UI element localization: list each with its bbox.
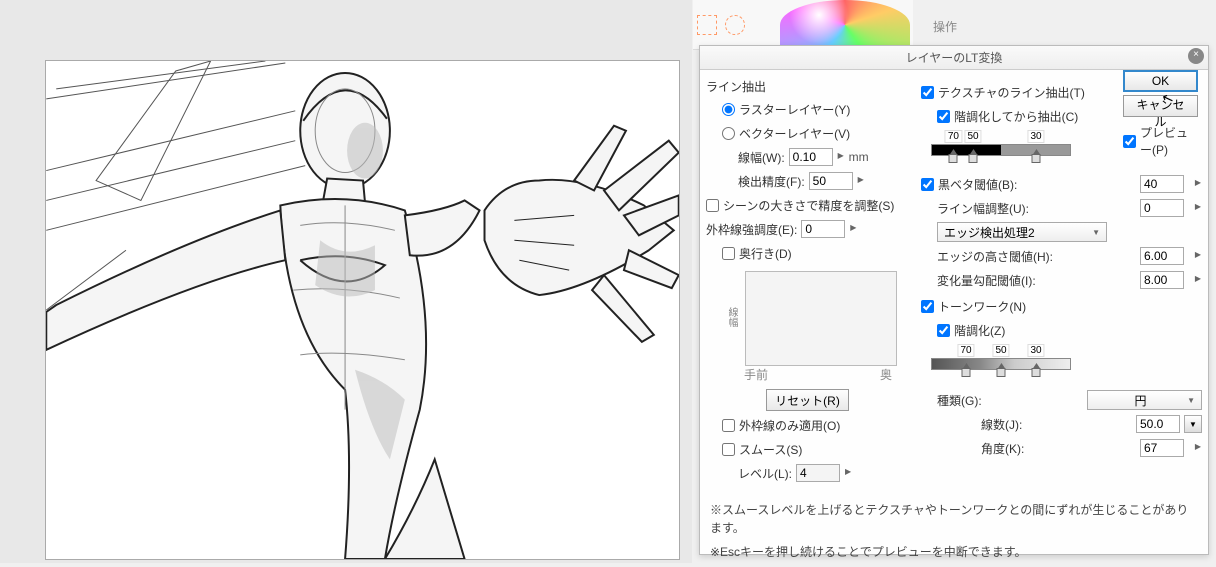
texture-line-checkbox[interactable] xyxy=(921,86,934,99)
grad1-handle-2[interactable] xyxy=(969,154,978,163)
gradient-threshold-stepper[interactable]: ▶ xyxy=(1194,275,1202,285)
depth-front-label: 手前 xyxy=(744,366,768,383)
texture-line-label: テクスチャのライン抽出(T) xyxy=(938,84,1085,101)
canvas[interactable] xyxy=(45,60,680,560)
black-beta-checkbox[interactable] xyxy=(921,178,934,191)
edge-detect-select[interactable]: エッジ検出処理2 ▼ xyxy=(937,222,1107,242)
left-column: ライン抽出 ラスターレイヤー(Y) ベクターレイヤー(V) 線幅(W): ▶ m… xyxy=(700,70,915,495)
outline-strength-stepper[interactable]: ▶ xyxy=(849,224,857,234)
grad2-val3: 30 xyxy=(1027,344,1044,357)
color-wheel[interactable] xyxy=(780,0,910,50)
close-icon[interactable]: × xyxy=(1188,48,1204,64)
line-width-label: 線幅(W): xyxy=(738,149,785,166)
outline-strength-input[interactable] xyxy=(801,220,845,238)
black-beta-stepper[interactable]: ▶ xyxy=(1194,179,1202,189)
smooth-checkbox[interactable] xyxy=(722,443,735,456)
operations-label: 操作 xyxy=(933,18,957,35)
black-beta-input[interactable] xyxy=(1140,175,1184,193)
line-width-stepper[interactable]: ▶ xyxy=(837,152,845,162)
grad2-handle-2[interactable] xyxy=(997,368,1006,377)
line-width-input[interactable] xyxy=(789,148,833,166)
grad1-handle-1[interactable] xyxy=(949,154,958,163)
reset-button[interactable]: リセット(R) xyxy=(766,389,849,411)
lines-dropdown[interactable]: ▼ xyxy=(1184,415,1202,433)
cancel-button[interactable]: キャンセル xyxy=(1123,95,1198,117)
smooth-label: スムース(S) xyxy=(739,441,802,458)
precision-label: 検出精度(F): xyxy=(738,173,805,190)
vector-layer-label: ベクターレイヤー(V) xyxy=(739,125,850,142)
angle-label: 角度(K): xyxy=(981,440,1024,457)
angle-input[interactable] xyxy=(1140,439,1184,457)
lt-convert-dialog: レイヤーのLT変換 × ライン抽出 ラスターレイヤー(Y) ベクターレイヤー(V… xyxy=(699,45,1209,555)
vector-layer-radio[interactable] xyxy=(722,127,735,140)
right-column: OK キャンセル プレビュー(P) テクスチャのライン抽出(T) 階調化してから… xyxy=(915,70,1208,495)
depth-back-label: 奥 xyxy=(880,366,892,383)
line-width-adj-input[interactable] xyxy=(1140,199,1184,217)
footnote-1: ※スムースレベルを上げるとテクスチャやトーンワークとの間にずれが生じることがあり… xyxy=(710,501,1198,537)
dialog-title-text: レイヤーのLT変換 xyxy=(906,51,1003,65)
line-width-adj-stepper[interactable]: ▶ xyxy=(1194,203,1202,213)
line-extract-group-label: ライン抽出 xyxy=(706,78,909,95)
gradient-threshold-label: 変化量勾配閾値(I): xyxy=(937,272,1036,289)
outline-strength-label: 外枠線強調度(E): xyxy=(706,221,797,238)
footnote-2: ※Escキーを押し続けることでプレビューを中断できます。 xyxy=(710,543,1198,561)
outline-only-checkbox[interactable] xyxy=(722,419,735,432)
type-select[interactable]: 円 ▼ xyxy=(1087,390,1202,410)
raster-layer-label: ラスターレイヤー(Y) xyxy=(739,101,850,118)
angle-stepper[interactable]: ▶ xyxy=(1194,443,1202,453)
precision-stepper[interactable]: ▶ xyxy=(857,176,865,186)
marquee-tool-icon[interactable] xyxy=(697,15,717,35)
posterize-checkbox[interactable] xyxy=(937,324,950,337)
gradient2-handles xyxy=(931,370,1071,380)
edge-height-label: エッジの高さ閾値(H): xyxy=(937,248,1053,265)
depth-side-label: 線幅 xyxy=(724,307,739,327)
level-label: レベル(L): xyxy=(738,465,792,482)
line-width-adj-label: ライン幅調整(U): xyxy=(937,200,1029,217)
lines-label: 線数(J): xyxy=(981,416,1022,433)
preview-label: プレビュー(P) xyxy=(1140,124,1198,158)
outline-only-label: 外枠線のみ適用(O) xyxy=(739,417,840,434)
canvas-artwork xyxy=(46,61,679,559)
tonework-label: トーンワーク(N) xyxy=(938,298,1026,315)
raster-layer-radio[interactable] xyxy=(722,103,735,116)
edge-height-input[interactable] xyxy=(1140,247,1184,265)
ellipse-tool-icon[interactable] xyxy=(725,15,745,35)
edge-detect-value: エッジ検出処理2 xyxy=(944,224,1035,241)
gradient-threshold-input[interactable] xyxy=(1140,271,1184,289)
grad2-val1: 70 xyxy=(957,344,974,357)
gradient1-handles xyxy=(931,156,1071,166)
grad1-handle-3[interactable] xyxy=(1032,154,1041,163)
edge-height-stepper[interactable]: ▶ xyxy=(1194,251,1202,261)
lines-input[interactable] xyxy=(1136,415,1180,433)
black-beta-label: 黒ベタ閾値(B): xyxy=(938,176,1017,193)
grad1-val1: 70 xyxy=(945,130,962,143)
grad2-handle-1[interactable] xyxy=(962,368,971,377)
tonework-checkbox[interactable] xyxy=(921,300,934,313)
type-label: 種類(G): xyxy=(937,392,982,409)
grad2-handle-3[interactable] xyxy=(1032,368,1041,377)
scene-scale-label: シーンの大きさで精度を調整(S) xyxy=(723,197,894,214)
dialog-title-bar: レイヤーのLT変換 × xyxy=(700,46,1208,70)
posterize-extract-label: 階調化してから抽出(C) xyxy=(954,108,1078,125)
chevron-down-icon: ▼ xyxy=(1187,396,1195,405)
grad1-val2: 50 xyxy=(964,130,981,143)
depth-graph[interactable] xyxy=(745,271,897,366)
preview-checkbox[interactable] xyxy=(1123,135,1136,148)
canvas-area xyxy=(0,0,692,563)
level-stepper[interactable]: ▶ xyxy=(844,468,852,478)
posterize-extract-checkbox[interactable] xyxy=(937,110,950,123)
grad1-val3: 30 xyxy=(1027,130,1044,143)
posterize-label: 階調化(Z) xyxy=(954,322,1005,339)
type-value: 円 xyxy=(1135,392,1147,409)
footer-notes: ※スムースレベルを上げるとテクスチャやトーンワークとの間にずれが生じることがあり… xyxy=(700,495,1208,567)
depth-label: 奥行き(D) xyxy=(739,245,792,262)
grad2-val2: 50 xyxy=(992,344,1009,357)
ok-button[interactable]: OK xyxy=(1123,70,1198,92)
line-width-unit: mm xyxy=(849,150,869,164)
chevron-down-icon: ▼ xyxy=(1092,228,1100,237)
scene-scale-checkbox[interactable] xyxy=(706,199,719,212)
level-input[interactable] xyxy=(796,464,840,482)
depth-checkbox[interactable] xyxy=(722,247,735,260)
precision-input[interactable] xyxy=(809,172,853,190)
